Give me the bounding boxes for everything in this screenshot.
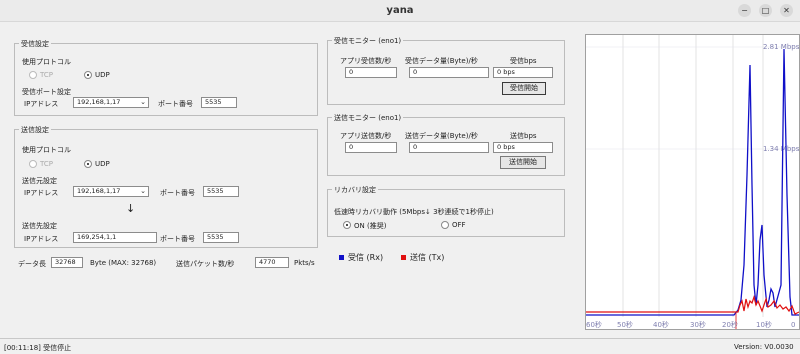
recv-start-button[interactable]: 受信開始 [502, 82, 546, 95]
recovery-off-label: OFF [452, 221, 466, 229]
recovery-title: リカバリ設定 [332, 185, 378, 195]
rx-legend-swatch [339, 255, 344, 260]
packets-input[interactable]: 4770 [255, 257, 289, 268]
send-dst-ip-input[interactable]: 169,254,1,1 [73, 232, 157, 243]
packets-label: 送信パケット数/秒 [176, 260, 235, 268]
send-src-ip-select[interactable]: 192,168,1,17 ⌄ [73, 186, 149, 197]
x-tick-label: 40秒 [653, 320, 669, 329]
recv-ip-select[interactable]: 192,168,1,17 ⌄ [73, 97, 149, 108]
data-length-unit: Byte (MAX: 32768) [90, 259, 157, 267]
send-udp-label: UDP [95, 160, 110, 168]
recv-monitor-title: 受信モニター (eno1) [332, 36, 404, 46]
y-label-top: 2.81 Mbps [763, 43, 799, 51]
recv-tcp-radio[interactable] [29, 71, 37, 79]
chevron-down-icon: ⌄ [140, 98, 146, 106]
x-tick-label: 10秒 [756, 320, 772, 329]
send-src-ip-value: 192,168,1,17 [77, 187, 121, 195]
data-length-label: データ長 [18, 260, 46, 268]
data-length-input[interactable]: 32768 [51, 257, 83, 268]
version-label: Version: V0.0030 [734, 343, 794, 351]
tx-legend-swatch [401, 255, 406, 260]
recv-port-label: ポート番号 [158, 100, 193, 108]
traffic-graph: 2.81 Mbps 1.34 Mbps 60秒 50秒 40秒 30秒 20秒 … [585, 34, 800, 330]
recv-protocol-label: 使用プロトコル [22, 58, 71, 66]
y-label-mid: 1.34 Mbps [763, 145, 799, 153]
recv-udp-label: UDP [95, 71, 110, 79]
status-message: [00:11:18] 受信停止 [4, 344, 72, 352]
send-src-section-label: 送信元設定 [22, 177, 57, 185]
send-udp-radio[interactable] [84, 160, 92, 168]
send-monitor-title: 送信モニター (eno1) [332, 113, 404, 123]
tx-series-line [586, 294, 800, 315]
recovery-on-radio[interactable] [343, 221, 351, 229]
minimize-button[interactable]: − [738, 4, 751, 17]
send-tcp-label: TCP [40, 160, 53, 168]
recv-app-count-label: アプリ受信数/秒 [340, 57, 392, 65]
send-app-count-value: 0 [345, 142, 397, 153]
recv-data-amount-label: 受信データ量(Byte)/秒 [405, 57, 478, 65]
send-bps-label: 送信bps [510, 132, 537, 140]
x-tick-label: 60秒 [586, 320, 602, 329]
send-app-count-label: アプリ送信数/秒 [340, 132, 392, 140]
rx-legend-label: 受信 (Rx) [348, 253, 384, 262]
recv-app-count-value: 0 [345, 67, 397, 78]
send-protocol-label: 使用プロトコル [22, 146, 71, 154]
send-dst-section-label: 送信先設定 [22, 222, 57, 230]
recv-port-section-label: 受信ポート設定 [22, 88, 71, 96]
recv-settings-title: 受信設定 [19, 39, 51, 49]
recv-tcp-label: TCP [40, 71, 53, 79]
send-data-amount-value: 0 [409, 142, 489, 153]
recovery-description: 低速時リカバリ動作 (5Mbps↓ 3秒連続で1秒停止) [334, 208, 494, 216]
send-dst-ip-label: IPアドレス [24, 235, 59, 243]
send-data-amount-label: 送信データ量(Byte)/秒 [405, 132, 478, 140]
x-tick-label: 0 [791, 321, 795, 329]
x-tick-label: 30秒 [690, 320, 706, 329]
down-arrow-icon: ↓ [126, 202, 136, 215]
packets-unit: Pkts/s [294, 259, 315, 267]
window-title: yana [386, 5, 414, 16]
send-tcp-radio[interactable] [29, 160, 37, 168]
send-src-port-label: ポート番号 [160, 189, 195, 197]
send-start-button[interactable]: 送信開始 [500, 156, 546, 169]
x-tick-label: 50秒 [617, 320, 633, 329]
rx-series-line [586, 48, 799, 316]
chevron-down-icon: ⌄ [140, 187, 146, 195]
send-bps-value: 0 bps [493, 142, 553, 153]
title-bar: yana − □ ✕ [0, 0, 800, 22]
tx-legend-label: 送信 (Tx) [410, 253, 445, 262]
send-src-ip-label: IPアドレス [24, 189, 59, 197]
send-settings-title: 送信設定 [19, 125, 51, 135]
send-dst-port-label: ポート番号 [160, 235, 195, 243]
recv-ip-value: 192,168,1,17 [77, 98, 121, 106]
maximize-button[interactable]: □ [759, 4, 772, 17]
send-src-port-input[interactable]: 5535 [203, 186, 239, 197]
recovery-off-radio[interactable] [441, 221, 449, 229]
recv-port-input[interactable]: 5535 [201, 97, 237, 108]
recv-udp-radio[interactable] [84, 71, 92, 79]
send-dst-port-input[interactable]: 5535 [203, 232, 239, 243]
x-tick-label: 20秒 [722, 320, 738, 329]
recovery-on-label: ON (推奨) [354, 222, 387, 230]
recv-data-amount-value: 0 [409, 67, 489, 78]
recv-ip-label: IPアドレス [24, 100, 59, 108]
recv-bps-value: 0 bps [493, 67, 553, 78]
recv-bps-label: 受信bps [510, 57, 537, 65]
close-button[interactable]: ✕ [780, 4, 793, 17]
traffic-graph-canvas: 2.81 Mbps 1.34 Mbps 60秒 50秒 40秒 30秒 20秒 … [586, 35, 800, 329]
status-bar: [00:11:18] 受信停止 Version: V0.0030 [0, 338, 800, 354]
